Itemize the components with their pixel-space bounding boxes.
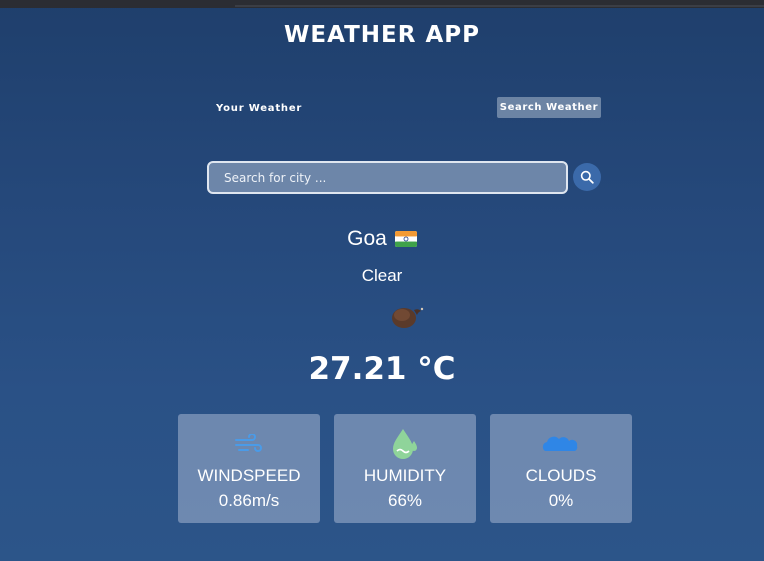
search-button[interactable] [573,163,601,191]
flag-india-icon [394,231,417,247]
humidity-drop-icon [393,429,417,459]
humidity-label: HUMIDITY [363,466,447,485]
weather-condition: Clear [361,266,403,285]
clouds-value: 0% [548,491,574,510]
humidity-value: 66% [387,491,423,510]
search-icon [580,170,594,184]
windspeed-value: 0.86m/s [218,491,280,510]
app-title: WEATHER APP [284,22,480,48]
tab-your-weather[interactable]: Your Weather [214,101,304,116]
search-input[interactable] [207,161,568,194]
temperature-value: 27.21 °C [308,351,456,387]
tab-search-weather[interactable]: Search Weather [497,97,601,118]
cloud-icon [542,436,578,451]
humidity-card: HUMIDITY 66% [334,414,476,523]
city-name: Goa [347,227,387,250]
windspeed-label: WINDSPEED [197,466,301,485]
windspeed-card: WINDSPEED 0.86m/s [178,414,320,523]
clear-night-icon [392,307,424,328]
city-row: Goa [0,227,764,251]
wind-icon [235,434,262,452]
window-top-bar [0,0,764,8]
clouds-label: CLOUDS [525,466,597,485]
clouds-card: CLOUDS 0% [490,414,632,523]
